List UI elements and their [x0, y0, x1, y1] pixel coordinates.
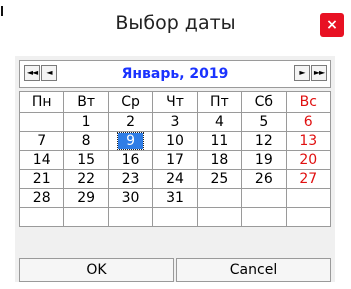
- calendar-empty-cell: [196, 188, 243, 208]
- calendar-empty-cell: [285, 188, 332, 208]
- calendar-day[interactable]: 17: [152, 150, 198, 170]
- weekday-header-row: Пн Вт Ср Чт Пт Сб Вс: [18, 91, 332, 113]
- cancel-button[interactable]: Cancel: [176, 258, 331, 282]
- weekday-header: Ср: [107, 91, 154, 113]
- weekday-header: Пт: [196, 91, 243, 113]
- calendar-day[interactable]: 12: [241, 131, 287, 151]
- calendar-day[interactable]: 4: [196, 112, 243, 132]
- cancel-button-label: Cancel: [229, 262, 278, 278]
- calendar-day[interactable]: 10: [152, 131, 198, 151]
- calendar-week-row: [18, 207, 332, 227]
- calendar-day[interactable]: 22: [63, 169, 109, 189]
- month-year-label: Январь, 2019: [121, 66, 229, 82]
- close-button[interactable]: ×: [320, 13, 344, 37]
- calendar-empty-cell: [241, 188, 287, 208]
- calendar-day[interactable]: 7: [18, 131, 65, 151]
- calendar-week-row: 14 15 16 17 18 19 20: [18, 150, 332, 170]
- month-navigation: ◄◄ ◄ Январь, 2019 ► ►►: [19, 60, 331, 88]
- right-arrow-icon: ►: [299, 68, 305, 77]
- calendar-day[interactable]: 25: [196, 169, 243, 189]
- calendar-day-selected[interactable]: 9: [107, 131, 154, 151]
- next-year-button[interactable]: ►►: [311, 65, 327, 81]
- calendar-day[interactable]: 11: [196, 131, 243, 151]
- calendar-days: 1 2 3 4 5 6 7 8 9 10 11 12 13 14 15 16 17 18 19 20 21 22 23 24 2…: [18, 112, 332, 227]
- prev-month-button[interactable]: ◄: [41, 65, 57, 81]
- calendar-day-sunday[interactable]: 6: [285, 112, 332, 132]
- calendar-week-row: 123456: [18, 112, 332, 132]
- window-title: Выбор даты: [115, 12, 236, 34]
- ok-button[interactable]: OK: [19, 258, 174, 282]
- calendar-day[interactable]: 8: [63, 131, 109, 151]
- calendar-day[interactable]: 21: [18, 169, 65, 189]
- weekday-header: Вт: [63, 91, 109, 113]
- calendar-empty-cell: [152, 207, 198, 227]
- calendar-day-sunday[interactable]: 20: [285, 150, 332, 170]
- weekday-header-sunday: Вс: [285, 91, 332, 113]
- calendar-day[interactable]: 1: [63, 112, 109, 132]
- calendar-day-sunday[interactable]: 13: [285, 131, 332, 151]
- calendar-day[interactable]: 31: [152, 188, 198, 208]
- calendar-day[interactable]: 3: [152, 112, 198, 132]
- title-bar: Выбор даты ×: [0, 0, 351, 50]
- calendar-empty-cell: [196, 207, 243, 227]
- prev-year-button[interactable]: ◄◄: [24, 65, 40, 81]
- close-icon: ×: [326, 17, 338, 33]
- calendar-day[interactable]: 14: [18, 150, 65, 170]
- calendar-day[interactable]: 16: [107, 150, 154, 170]
- calendar-empty-cell: [18, 112, 65, 132]
- calendar-grid: Пн Вт Ср Чт Пт Сб Вс 1 2 3 4 5 6 7 8 9 10 11 12 13 14…: [18, 91, 332, 227]
- date-picker-panel: ◄◄ ◄ Январь, 2019 ► ►► Пн Вт Ср Чт Пт Сб…: [15, 56, 335, 282]
- weekday-header: Сб: [241, 91, 287, 113]
- calendar-empty-cell: [107, 207, 154, 227]
- next-month-button[interactable]: ►: [294, 65, 310, 81]
- calendar-day-sunday[interactable]: 27: [285, 169, 332, 189]
- calendar-empty-cell: [285, 207, 332, 227]
- calendar-empty-cell: [241, 207, 287, 227]
- ok-button-label: OK: [86, 262, 107, 278]
- calendar-day[interactable]: 29: [63, 188, 109, 208]
- weekday-header: Пн: [18, 91, 65, 113]
- double-right-arrow-icon: ►►: [313, 68, 325, 77]
- calendar-day[interactable]: 15: [63, 150, 109, 170]
- button-row: OK Cancel: [19, 258, 331, 282]
- weekday-header: Чт: [152, 91, 198, 113]
- calendar-day[interactable]: 28: [18, 188, 65, 208]
- calendar-day[interactable]: 18: [196, 150, 243, 170]
- calendar-empty-cell: [63, 207, 109, 227]
- calendar-day[interactable]: 23: [107, 169, 154, 189]
- calendar-day[interactable]: 26: [241, 169, 287, 189]
- calendar-week-row: 21 22 23 24 25 26 27: [18, 169, 332, 189]
- calendar-day[interactable]: 19: [241, 150, 287, 170]
- double-left-arrow-icon: ◄◄: [26, 68, 38, 77]
- calendar-day[interactable]: 30: [107, 188, 154, 208]
- calendar-week-row: 28 29 30 31: [18, 188, 332, 208]
- left-arrow-icon: ◄: [46, 68, 52, 77]
- calendar-empty-cell: [18, 207, 65, 227]
- selected-day-label: 9: [117, 131, 145, 150]
- calendar-day[interactable]: 24: [152, 169, 198, 189]
- calendar-day[interactable]: 2: [107, 112, 154, 132]
- calendar-day[interactable]: 5: [241, 112, 287, 132]
- calendar-week-row: 7 8 9 10 11 12 13: [18, 131, 332, 151]
